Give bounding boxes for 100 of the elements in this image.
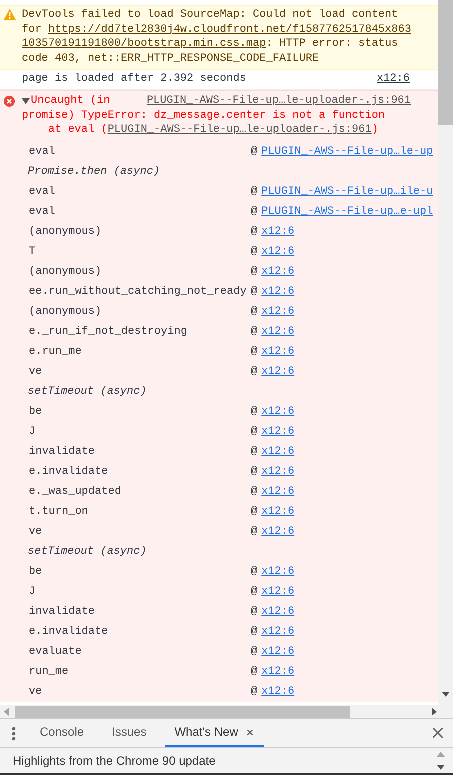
at-sign: @ [251, 466, 258, 478]
async-marker: Promise.then (async) [28, 166, 160, 178]
source-link[interactable]: x12:6 [262, 626, 295, 638]
drawer-tab[interactable]: Console [30, 719, 94, 747]
sourcemap-link[interactable]: 103570191191800/bootstrap.min.css.map [22, 38, 266, 50]
source-link[interactable]: x12:6 [262, 686, 295, 698]
at-sign: @ [251, 266, 258, 278]
expand-triangle-icon[interactable] [22, 97, 30, 106]
source-link[interactable]: x12:6 [262, 666, 295, 678]
source-link[interactable]: x12:6 [262, 366, 295, 378]
at-sign: @ [251, 526, 258, 538]
stack-frame-name: ve [29, 526, 44, 538]
source-link[interactable]: x12:6 [262, 466, 295, 478]
stack-frame-name: be [29, 406, 44, 418]
scrollbar-thumb[interactable] [15, 706, 350, 718]
at-sign: @ [251, 606, 258, 618]
at-sign: @ [251, 686, 258, 698]
source-link[interactable]: x12:6 [262, 446, 295, 458]
source-link[interactable]: x12:6 [262, 506, 295, 518]
at-sign: @ [251, 206, 258, 218]
source-link[interactable]: PLUGIN_-AWS--File-up…le-uploader-.js:961 [108, 124, 372, 136]
source-link[interactable]: x12:6 [262, 286, 295, 298]
warning-icon [4, 9, 16, 20]
stack-frame-name: e.invalidate [29, 626, 110, 638]
stack-frame-name: be [29, 566, 44, 578]
warning-message-text: DevTools failed to load SourceMap: Could not load content [22, 9, 398, 21]
at-sign: @ [251, 226, 258, 238]
stack-frame-name: evaluate [29, 646, 83, 658]
more-icon[interactable] [12, 727, 16, 741]
source-link[interactable]: PLUGIN_-AWS--File-up…le-up [262, 146, 434, 158]
stack-frame-name: T [29, 246, 37, 258]
at-sign: @ [251, 286, 258, 298]
close-icon[interactable] [433, 728, 443, 738]
stack-frame-name: (anonymous) [29, 266, 103, 278]
drawer-tab[interactable]: Issues [102, 719, 157, 747]
async-marker: setTimeout (async) [28, 386, 147, 398]
source-link[interactable]: x12:6 [262, 586, 295, 598]
stack-frame-name: eval [29, 146, 56, 158]
stack-frame-name: (anonymous) [29, 226, 103, 238]
at-sign: @ [251, 626, 258, 638]
scroll-down-icon[interactable] [442, 692, 450, 697]
async-marker: setTimeout (async) [28, 546, 147, 558]
at-sign: @ [251, 406, 258, 418]
at-sign: @ [251, 326, 258, 338]
stack-frame-name: ve [29, 686, 44, 698]
source-link[interactable]: x12:6 [262, 306, 295, 318]
source-link[interactable]: x12:6 [262, 346, 295, 358]
source-link[interactable]: x12:6 [262, 566, 295, 578]
error-icon [4, 96, 15, 107]
warning-message-text: code 403, net::ERR_HTTP_RESPONSE_CODE_FAILURE [22, 52, 320, 64]
source-link[interactable]: x12:6 [262, 226, 295, 238]
close-tab-button[interactable]: × [246, 724, 254, 740]
at-sign: @ [251, 306, 258, 318]
source-link[interactable]: x12:6 [376, 73, 410, 85]
scroll-arrows-icon[interactable] [437, 752, 445, 770]
at-sign: @ [251, 566, 258, 578]
horizontal-scrollbar[interactable] [0, 705, 453, 718]
at-sign: @ [251, 666, 258, 678]
source-link[interactable]: x12:6 [262, 526, 295, 538]
stack-frame-name: invalidate [29, 606, 96, 618]
stack-frame-name: ee.run_without_catching_not_ready [29, 286, 248, 298]
source-link[interactable]: PLUGIN_-AWS--File-up…le-uploader-.js:961 [146, 94, 411, 108]
stack-frame-name: e._run_if_not_destroying [29, 326, 188, 338]
at-sign: @ [251, 366, 258, 378]
source-link[interactable]: PLUGIN_-AWS--File-up…e-upl [262, 206, 434, 218]
source-link[interactable]: x12:6 [262, 266, 295, 278]
at-sign: @ [251, 346, 258, 358]
at-sign: @ [251, 506, 258, 518]
source-link[interactable]: x12:6 [262, 326, 295, 338]
at-sign: @ [251, 446, 258, 458]
stack-frame-name: J [29, 426, 37, 438]
source-link[interactable]: x12:6 [262, 426, 295, 438]
stack-frame-name: t.turn_on [29, 506, 90, 518]
stack-frame-name: e._was_updated [29, 486, 122, 498]
stack-frame-name: eval [29, 206, 56, 218]
source-link[interactable]: x12:6 [262, 246, 295, 258]
source-link[interactable]: PLUGIN_-AWS--File-up…ile-u [262, 186, 434, 198]
sourcemap-link[interactable]: https://dd7tel2830j4w.cloudfront.net/f1587762517845x863 [48, 24, 412, 36]
stack-frame-name: invalidate [29, 446, 96, 458]
warning-message-text: : HTTP error: status [266, 38, 398, 50]
stack-frame-name: (anonymous) [29, 306, 103, 318]
at-sign: @ [251, 426, 258, 438]
at-sign: @ [251, 646, 258, 658]
source-link[interactable]: x12:6 [262, 606, 295, 618]
source-link[interactable]: x12:6 [262, 486, 295, 498]
error-message: Uncaught (in [31, 94, 110, 108]
stack-frame-name: e.run_me [29, 346, 83, 358]
at-sign: @ [251, 486, 258, 498]
stack-frame-name: run_me [29, 666, 70, 678]
source-link[interactable]: x12:6 [262, 406, 295, 418]
scroll-right-icon[interactable] [432, 708, 437, 716]
stack-frame-name: eval [29, 186, 56, 198]
at-sign: @ [251, 146, 258, 158]
source-link[interactable]: x12:6 [262, 646, 295, 658]
vertical-scrollbar[interactable] [438, 0, 453, 705]
scrollbar-thumb[interactable] [438, 0, 453, 125]
at-sign: @ [251, 586, 258, 598]
at-sign: @ [251, 246, 258, 258]
stack-frame-name: J [29, 586, 37, 598]
whats-new-text: Highlights from the Chrome 90 update [13, 754, 216, 768]
